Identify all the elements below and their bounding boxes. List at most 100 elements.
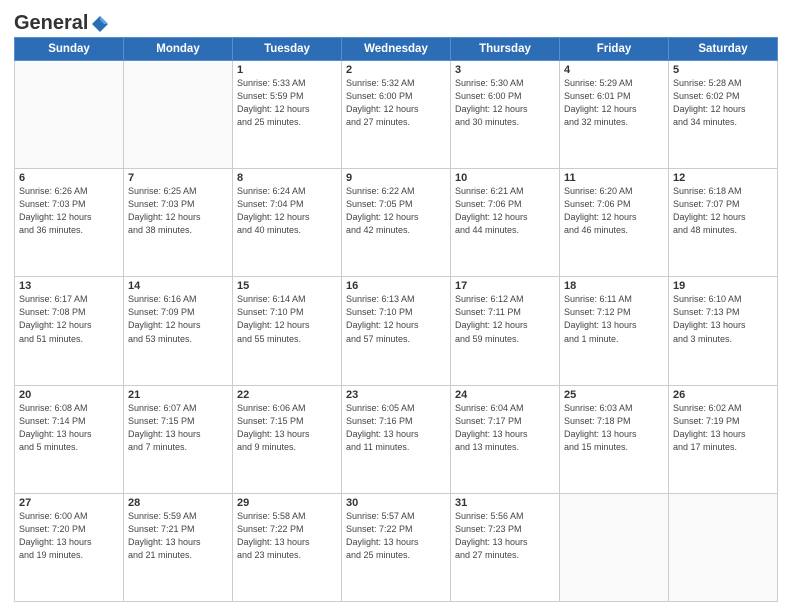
calendar-cell: 22Sunrise: 6:06 AM Sunset: 7:15 PM Dayli… xyxy=(233,385,342,493)
day-number: 6 xyxy=(19,172,119,184)
day-info: Sunrise: 5:57 AM Sunset: 7:22 PM Dayligh… xyxy=(346,510,446,562)
calendar-cell: 24Sunrise: 6:04 AM Sunset: 7:17 PM Dayli… xyxy=(451,385,560,493)
calendar-cell: 14Sunrise: 6:16 AM Sunset: 7:09 PM Dayli… xyxy=(124,277,233,385)
calendar-cell: 7Sunrise: 6:25 AM Sunset: 7:03 PM Daylig… xyxy=(124,169,233,277)
calendar-cell: 30Sunrise: 5:57 AM Sunset: 7:22 PM Dayli… xyxy=(342,493,451,601)
calendar-cell: 11Sunrise: 6:20 AM Sunset: 7:06 PM Dayli… xyxy=(560,169,669,277)
day-number: 31 xyxy=(455,497,555,509)
day-info: Sunrise: 5:30 AM Sunset: 6:00 PM Dayligh… xyxy=(455,77,555,129)
calendar-cell: 17Sunrise: 6:12 AM Sunset: 7:11 PM Dayli… xyxy=(451,277,560,385)
day-info: Sunrise: 5:28 AM Sunset: 6:02 PM Dayligh… xyxy=(673,77,773,129)
day-number: 7 xyxy=(128,172,228,184)
day-number: 17 xyxy=(455,280,555,292)
calendar-week-row: 27Sunrise: 6:00 AM Sunset: 7:20 PM Dayli… xyxy=(15,493,778,601)
day-info: Sunrise: 6:22 AM Sunset: 7:05 PM Dayligh… xyxy=(346,185,446,237)
calendar-cell: 9Sunrise: 6:22 AM Sunset: 7:05 PM Daylig… xyxy=(342,169,451,277)
day-number: 15 xyxy=(237,280,337,292)
day-info: Sunrise: 6:05 AM Sunset: 7:16 PM Dayligh… xyxy=(346,402,446,454)
day-number: 11 xyxy=(564,172,664,184)
day-info: Sunrise: 6:12 AM Sunset: 7:11 PM Dayligh… xyxy=(455,293,555,345)
day-info: Sunrise: 6:26 AM Sunset: 7:03 PM Dayligh… xyxy=(19,185,119,237)
header: General xyxy=(14,12,778,31)
day-info: Sunrise: 5:29 AM Sunset: 6:01 PM Dayligh… xyxy=(564,77,664,129)
day-info: Sunrise: 6:14 AM Sunset: 7:10 PM Dayligh… xyxy=(237,293,337,345)
day-number: 27 xyxy=(19,497,119,509)
calendar-cell: 23Sunrise: 6:05 AM Sunset: 7:16 PM Dayli… xyxy=(342,385,451,493)
day-info: Sunrise: 5:59 AM Sunset: 7:21 PM Dayligh… xyxy=(128,510,228,562)
day-info: Sunrise: 5:33 AM Sunset: 5:59 PM Dayligh… xyxy=(237,77,337,129)
calendar-cell: 29Sunrise: 5:58 AM Sunset: 7:22 PM Dayli… xyxy=(233,493,342,601)
calendar-cell xyxy=(124,61,233,169)
day-of-week-header: Wednesday xyxy=(342,38,451,61)
page: General SundayMondayTuesdayWednesdayThur… xyxy=(0,0,792,612)
day-of-week-header: Sunday xyxy=(15,38,124,61)
calendar-cell: 5Sunrise: 5:28 AM Sunset: 6:02 PM Daylig… xyxy=(669,61,778,169)
calendar-week-row: 13Sunrise: 6:17 AM Sunset: 7:08 PM Dayli… xyxy=(15,277,778,385)
logo-icon xyxy=(90,14,110,34)
day-number: 5 xyxy=(673,64,773,76)
day-of-week-header: Tuesday xyxy=(233,38,342,61)
day-of-week-header: Thursday xyxy=(451,38,560,61)
calendar-cell: 13Sunrise: 6:17 AM Sunset: 7:08 PM Dayli… xyxy=(15,277,124,385)
day-number: 9 xyxy=(346,172,446,184)
day-info: Sunrise: 6:00 AM Sunset: 7:20 PM Dayligh… xyxy=(19,510,119,562)
calendar-cell xyxy=(560,493,669,601)
day-info: Sunrise: 6:25 AM Sunset: 7:03 PM Dayligh… xyxy=(128,185,228,237)
day-info: Sunrise: 6:08 AM Sunset: 7:14 PM Dayligh… xyxy=(19,402,119,454)
day-info: Sunrise: 6:02 AM Sunset: 7:19 PM Dayligh… xyxy=(673,402,773,454)
calendar-cell xyxy=(669,493,778,601)
calendar-cell: 28Sunrise: 5:59 AM Sunset: 7:21 PM Dayli… xyxy=(124,493,233,601)
day-info: Sunrise: 5:58 AM Sunset: 7:22 PM Dayligh… xyxy=(237,510,337,562)
day-number: 29 xyxy=(237,497,337,509)
day-number: 19 xyxy=(673,280,773,292)
day-info: Sunrise: 6:10 AM Sunset: 7:13 PM Dayligh… xyxy=(673,293,773,345)
day-info: Sunrise: 5:56 AM Sunset: 7:23 PM Dayligh… xyxy=(455,510,555,562)
day-info: Sunrise: 6:21 AM Sunset: 7:06 PM Dayligh… xyxy=(455,185,555,237)
calendar-cell: 27Sunrise: 6:00 AM Sunset: 7:20 PM Dayli… xyxy=(15,493,124,601)
calendar-cell: 3Sunrise: 5:30 AM Sunset: 6:00 PM Daylig… xyxy=(451,61,560,169)
day-number: 16 xyxy=(346,280,446,292)
day-number: 23 xyxy=(346,389,446,401)
day-number: 30 xyxy=(346,497,446,509)
day-info: Sunrise: 5:32 AM Sunset: 6:00 PM Dayligh… xyxy=(346,77,446,129)
day-number: 4 xyxy=(564,64,664,76)
calendar-cell: 2Sunrise: 5:32 AM Sunset: 6:00 PM Daylig… xyxy=(342,61,451,169)
calendar-cell: 12Sunrise: 6:18 AM Sunset: 7:07 PM Dayli… xyxy=(669,169,778,277)
day-number: 10 xyxy=(455,172,555,184)
day-of-week-header: Monday xyxy=(124,38,233,61)
calendar-week-row: 20Sunrise: 6:08 AM Sunset: 7:14 PM Dayli… xyxy=(15,385,778,493)
day-number: 24 xyxy=(455,389,555,401)
calendar-cell: 16Sunrise: 6:13 AM Sunset: 7:10 PM Dayli… xyxy=(342,277,451,385)
day-number: 28 xyxy=(128,497,228,509)
calendar-week-row: 6Sunrise: 6:26 AM Sunset: 7:03 PM Daylig… xyxy=(15,169,778,277)
day-number: 26 xyxy=(673,389,773,401)
day-number: 25 xyxy=(564,389,664,401)
calendar-cell: 15Sunrise: 6:14 AM Sunset: 7:10 PM Dayli… xyxy=(233,277,342,385)
calendar-cell: 1Sunrise: 5:33 AM Sunset: 5:59 PM Daylig… xyxy=(233,61,342,169)
day-info: Sunrise: 6:16 AM Sunset: 7:09 PM Dayligh… xyxy=(128,293,228,345)
calendar-week-row: 1Sunrise: 5:33 AM Sunset: 5:59 PM Daylig… xyxy=(15,61,778,169)
day-info: Sunrise: 6:07 AM Sunset: 7:15 PM Dayligh… xyxy=(128,402,228,454)
day-number: 14 xyxy=(128,280,228,292)
day-info: Sunrise: 6:24 AM Sunset: 7:04 PM Dayligh… xyxy=(237,185,337,237)
day-of-week-header: Friday xyxy=(560,38,669,61)
day-number: 20 xyxy=(19,389,119,401)
day-number: 13 xyxy=(19,280,119,292)
calendar-cell: 18Sunrise: 6:11 AM Sunset: 7:12 PM Dayli… xyxy=(560,277,669,385)
calendar-cell: 26Sunrise: 6:02 AM Sunset: 7:19 PM Dayli… xyxy=(669,385,778,493)
calendar-cell: 25Sunrise: 6:03 AM Sunset: 7:18 PM Dayli… xyxy=(560,385,669,493)
day-info: Sunrise: 6:18 AM Sunset: 7:07 PM Dayligh… xyxy=(673,185,773,237)
logo: General xyxy=(14,12,110,31)
day-number: 18 xyxy=(564,280,664,292)
calendar-cell: 20Sunrise: 6:08 AM Sunset: 7:14 PM Dayli… xyxy=(15,385,124,493)
day-info: Sunrise: 6:17 AM Sunset: 7:08 PM Dayligh… xyxy=(19,293,119,345)
calendar-cell xyxy=(15,61,124,169)
calendar-cell: 21Sunrise: 6:07 AM Sunset: 7:15 PM Dayli… xyxy=(124,385,233,493)
day-number: 12 xyxy=(673,172,773,184)
day-info: Sunrise: 6:04 AM Sunset: 7:17 PM Dayligh… xyxy=(455,402,555,454)
day-number: 2 xyxy=(346,64,446,76)
day-number: 21 xyxy=(128,389,228,401)
calendar-header-row: SundayMondayTuesdayWednesdayThursdayFrid… xyxy=(15,38,778,61)
calendar-cell: 31Sunrise: 5:56 AM Sunset: 7:23 PM Dayli… xyxy=(451,493,560,601)
day-info: Sunrise: 6:11 AM Sunset: 7:12 PM Dayligh… xyxy=(564,293,664,345)
